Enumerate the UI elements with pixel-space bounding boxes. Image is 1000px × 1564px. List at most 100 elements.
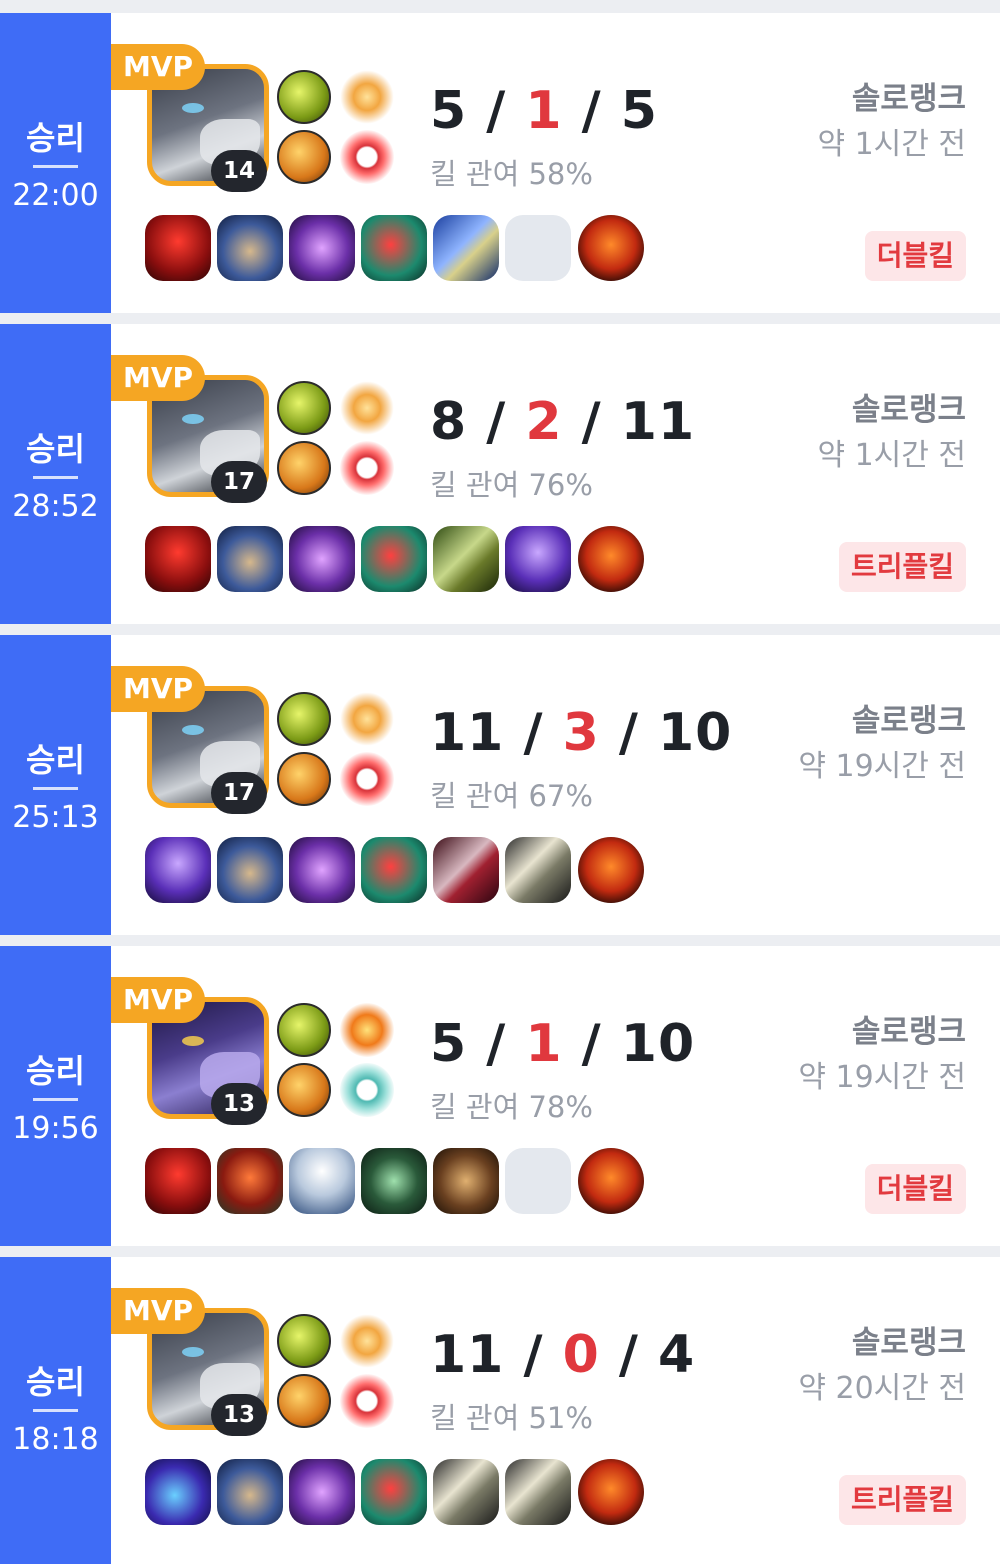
result-sidebar: 승리 22:00 xyxy=(0,13,111,313)
item-icon[interactable] xyxy=(361,1459,427,1525)
flash-icon[interactable] xyxy=(277,70,331,124)
time-ago: 약 19시간 전 xyxy=(798,749,966,784)
item-icon[interactable] xyxy=(505,1459,571,1525)
kills: 5 xyxy=(430,1014,468,1074)
item-icon[interactable] xyxy=(217,1148,283,1214)
mvp-badge: MVP xyxy=(111,977,205,1023)
result-sidebar: 승리 25:13 xyxy=(0,635,111,935)
time-ago: 약 1시간 전 xyxy=(817,438,966,473)
match-history-list: 승리 22:00 MVP 14 5 / 1 / 5 킬 관여 58% 솔로랭크 … xyxy=(0,0,1000,1564)
deaths: 1 xyxy=(525,1014,563,1074)
flash-icon[interactable] xyxy=(277,692,331,746)
item-icon[interactable] xyxy=(433,526,499,592)
domination-icon[interactable] xyxy=(340,441,394,495)
game-duration: 22:00 xyxy=(12,178,99,213)
ignite-icon[interactable] xyxy=(277,441,331,495)
item-icon[interactable] xyxy=(433,1459,499,1525)
flash-icon[interactable] xyxy=(277,1314,331,1368)
game-duration: 18:18 xyxy=(12,1422,99,1457)
assists: 4 xyxy=(657,1325,696,1385)
result-sidebar: 승리 18:18 xyxy=(0,1257,111,1564)
item-icon[interactable] xyxy=(361,837,427,903)
divider xyxy=(33,1409,78,1412)
item-icon[interactable] xyxy=(145,526,211,592)
champion-level: 14 xyxy=(211,150,267,192)
result-sidebar: 승리 28:52 xyxy=(0,324,111,624)
ignite-icon[interactable] xyxy=(277,1374,331,1428)
game-duration: 28:52 xyxy=(12,489,99,524)
item-icon[interactable] xyxy=(505,526,571,592)
item-icon[interactable] xyxy=(361,215,427,281)
item-icon[interactable] xyxy=(433,215,499,281)
item-icon[interactable] xyxy=(145,1459,211,1525)
item-icon[interactable] xyxy=(505,837,571,903)
match-card[interactable]: 승리 19:56 MVP 13 5 / 1 / 10 킬 관여 78% 솔로랭크… xyxy=(0,946,1000,1246)
deaths: 2 xyxy=(525,392,563,452)
time-ago: 약 20시간 전 xyxy=(798,1371,966,1406)
game-duration: 25:13 xyxy=(12,800,99,835)
electrocute-icon[interactable] xyxy=(340,1003,394,1057)
champion-eye xyxy=(182,414,204,424)
item-icon[interactable] xyxy=(289,837,355,903)
item-icon[interactable] xyxy=(289,1148,355,1214)
item-icon[interactable] xyxy=(361,1148,427,1214)
domination-icon[interactable] xyxy=(340,1374,394,1428)
item-icon[interactable] xyxy=(289,1459,355,1525)
assists: 10 xyxy=(620,1014,696,1074)
fleet-footwork-icon[interactable] xyxy=(340,692,394,746)
kill-participation: 킬 관여 78% xyxy=(430,1090,593,1124)
flash-icon[interactable] xyxy=(277,381,331,435)
champion-eye xyxy=(182,1036,204,1046)
item-icon[interactable] xyxy=(145,1148,211,1214)
item-icon[interactable] xyxy=(289,215,355,281)
divider xyxy=(33,165,78,168)
kda: 8 / 2 / 11 xyxy=(430,392,696,452)
champion-level: 13 xyxy=(211,1394,267,1436)
kda: 5 / 1 / 10 xyxy=(430,1014,696,1074)
time-ago: 약 19시간 전 xyxy=(798,1060,966,1095)
trinket-icon[interactable] xyxy=(578,215,644,281)
domination-icon[interactable] xyxy=(340,752,394,806)
item-icon[interactable] xyxy=(145,215,211,281)
fleet-footwork-icon[interactable] xyxy=(340,381,394,435)
divider xyxy=(33,476,78,479)
fleet-footwork-icon[interactable] xyxy=(340,1314,394,1368)
kill-participation: 킬 관여 51% xyxy=(430,1401,593,1435)
resolve-icon[interactable] xyxy=(340,1063,394,1117)
trinket-icon[interactable] xyxy=(578,837,644,903)
trinket-icon[interactable] xyxy=(578,526,644,592)
item-icon[interactable] xyxy=(289,526,355,592)
divider xyxy=(33,787,78,790)
ignite-icon[interactable] xyxy=(277,1063,331,1117)
match-card[interactable]: 승리 22:00 MVP 14 5 / 1 / 5 킬 관여 58% 솔로랭크 … xyxy=(0,13,1000,313)
game-duration: 19:56 xyxy=(12,1111,99,1146)
item-icon[interactable] xyxy=(433,837,499,903)
item-icon[interactable] xyxy=(361,526,427,592)
result-sidebar: 승리 19:56 xyxy=(0,946,111,1246)
trinket-icon[interactable] xyxy=(578,1148,644,1214)
item-icon[interactable] xyxy=(145,837,211,903)
kda: 5 / 1 / 5 xyxy=(430,81,658,141)
multikill-badge: 더블킬 xyxy=(864,231,966,281)
kills: 11 xyxy=(430,703,505,763)
result-label: 승리 xyxy=(26,1363,85,1401)
match-card[interactable]: 승리 28:52 MVP 17 8 / 2 / 11 킬 관여 76% 솔로랭크… xyxy=(0,324,1000,624)
deaths: 1 xyxy=(525,81,563,141)
item-icon[interactable] xyxy=(217,1459,283,1525)
item-icon[interactable] xyxy=(433,1148,499,1214)
mvp-badge: MVP xyxy=(111,44,205,90)
kill-participation: 킬 관여 76% xyxy=(430,468,593,502)
ignite-icon[interactable] xyxy=(277,752,331,806)
kill-participation: 킬 관여 67% xyxy=(430,779,593,813)
match-card[interactable]: 승리 18:18 MVP 13 11 / 0 / 4 킬 관여 51% 솔로랭크… xyxy=(0,1257,1000,1564)
ignite-icon[interactable] xyxy=(277,130,331,184)
item-icon[interactable] xyxy=(217,215,283,281)
item-icon[interactable] xyxy=(217,837,283,903)
match-card[interactable]: 승리 25:13 MVP 17 11 / 3 / 10 킬 관여 67% 솔로랭… xyxy=(0,635,1000,935)
champion-eye xyxy=(182,725,204,735)
fleet-footwork-icon[interactable] xyxy=(340,70,394,124)
item-icon[interactable] xyxy=(217,526,283,592)
trinket-icon[interactable] xyxy=(578,1459,644,1525)
domination-icon[interactable] xyxy=(340,130,394,184)
flash-icon[interactable] xyxy=(277,1003,331,1057)
